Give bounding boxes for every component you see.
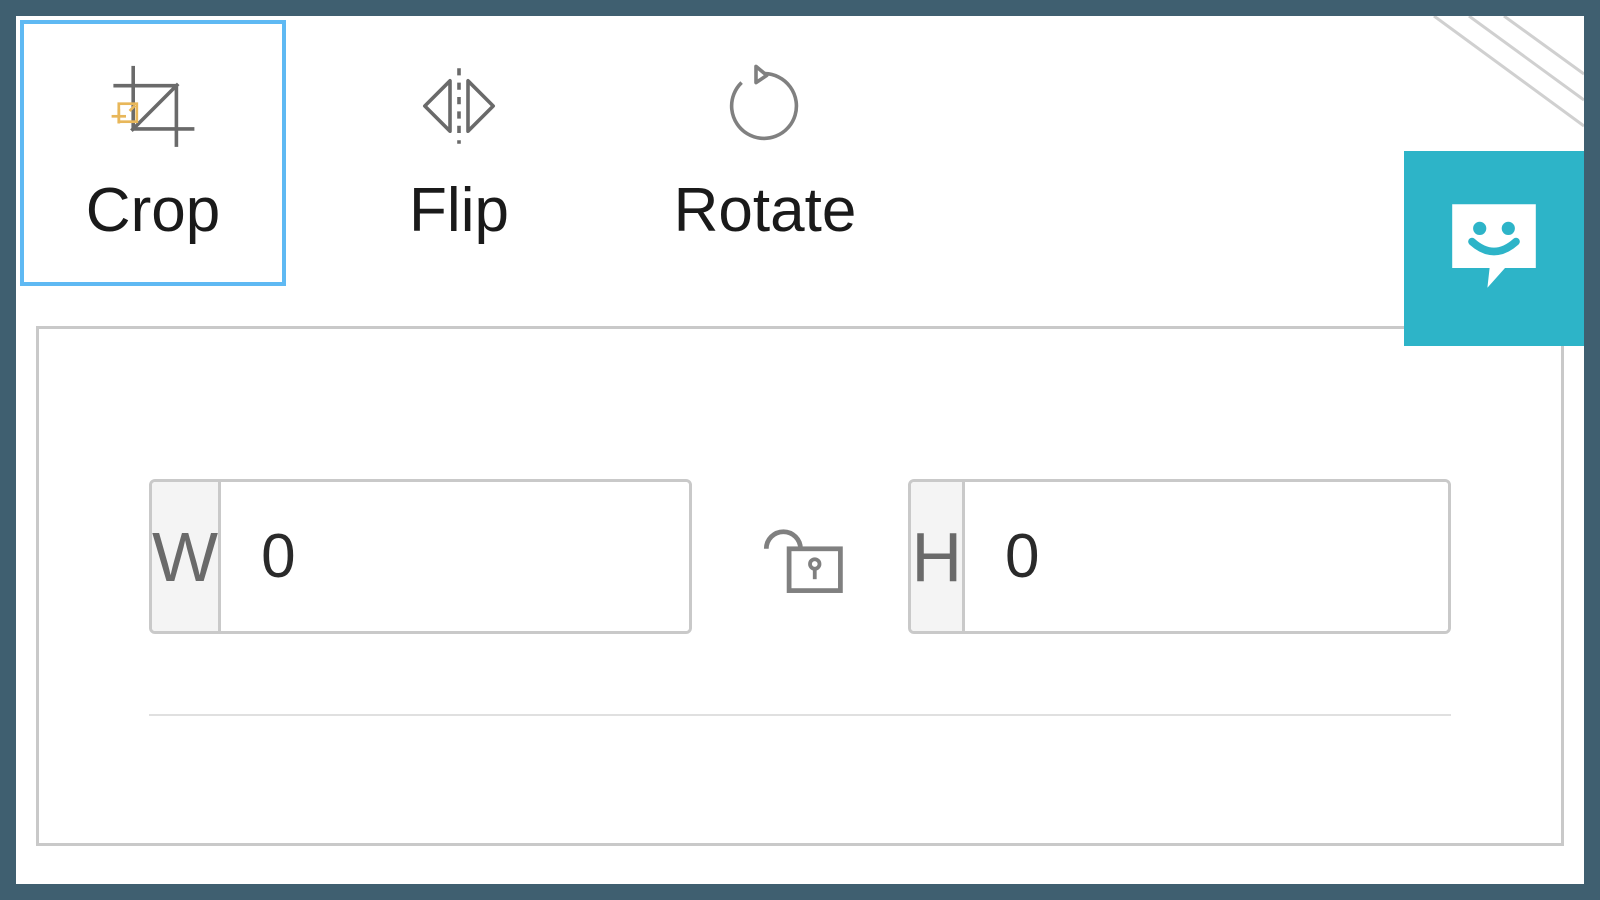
width-prefix-label: W xyxy=(152,482,221,631)
tool-crop[interactable]: Crop xyxy=(20,20,286,286)
height-field: H xyxy=(908,479,1451,634)
transform-toolbar: Crop Flip Rotate xyxy=(16,16,1584,286)
chat-help-button[interactable] xyxy=(1404,151,1584,346)
height-input[interactable] xyxy=(965,482,1451,631)
crop-icon xyxy=(108,61,198,151)
tool-rotate[interactable]: Rotate xyxy=(632,20,898,286)
chat-smile-icon xyxy=(1439,191,1549,306)
height-prefix-label: H xyxy=(911,482,965,631)
unlock-icon xyxy=(753,507,848,607)
width-field: W xyxy=(149,479,692,634)
crop-settings-panel: W H xyxy=(36,326,1564,846)
tool-label-crop: Crop xyxy=(86,175,220,246)
panel-divider xyxy=(149,714,1451,716)
tool-flip[interactable]: Flip xyxy=(326,20,592,286)
dimensions-row: W H xyxy=(149,479,1451,634)
editor-window: Crop Flip Rotate xyxy=(16,16,1584,884)
tool-label-rotate: Rotate xyxy=(674,175,857,246)
width-input[interactable] xyxy=(221,482,692,631)
rotate-icon xyxy=(720,61,810,151)
tool-label-flip: Flip xyxy=(409,175,509,246)
aspect-lock-toggle[interactable] xyxy=(752,507,849,607)
flip-icon xyxy=(414,61,504,151)
